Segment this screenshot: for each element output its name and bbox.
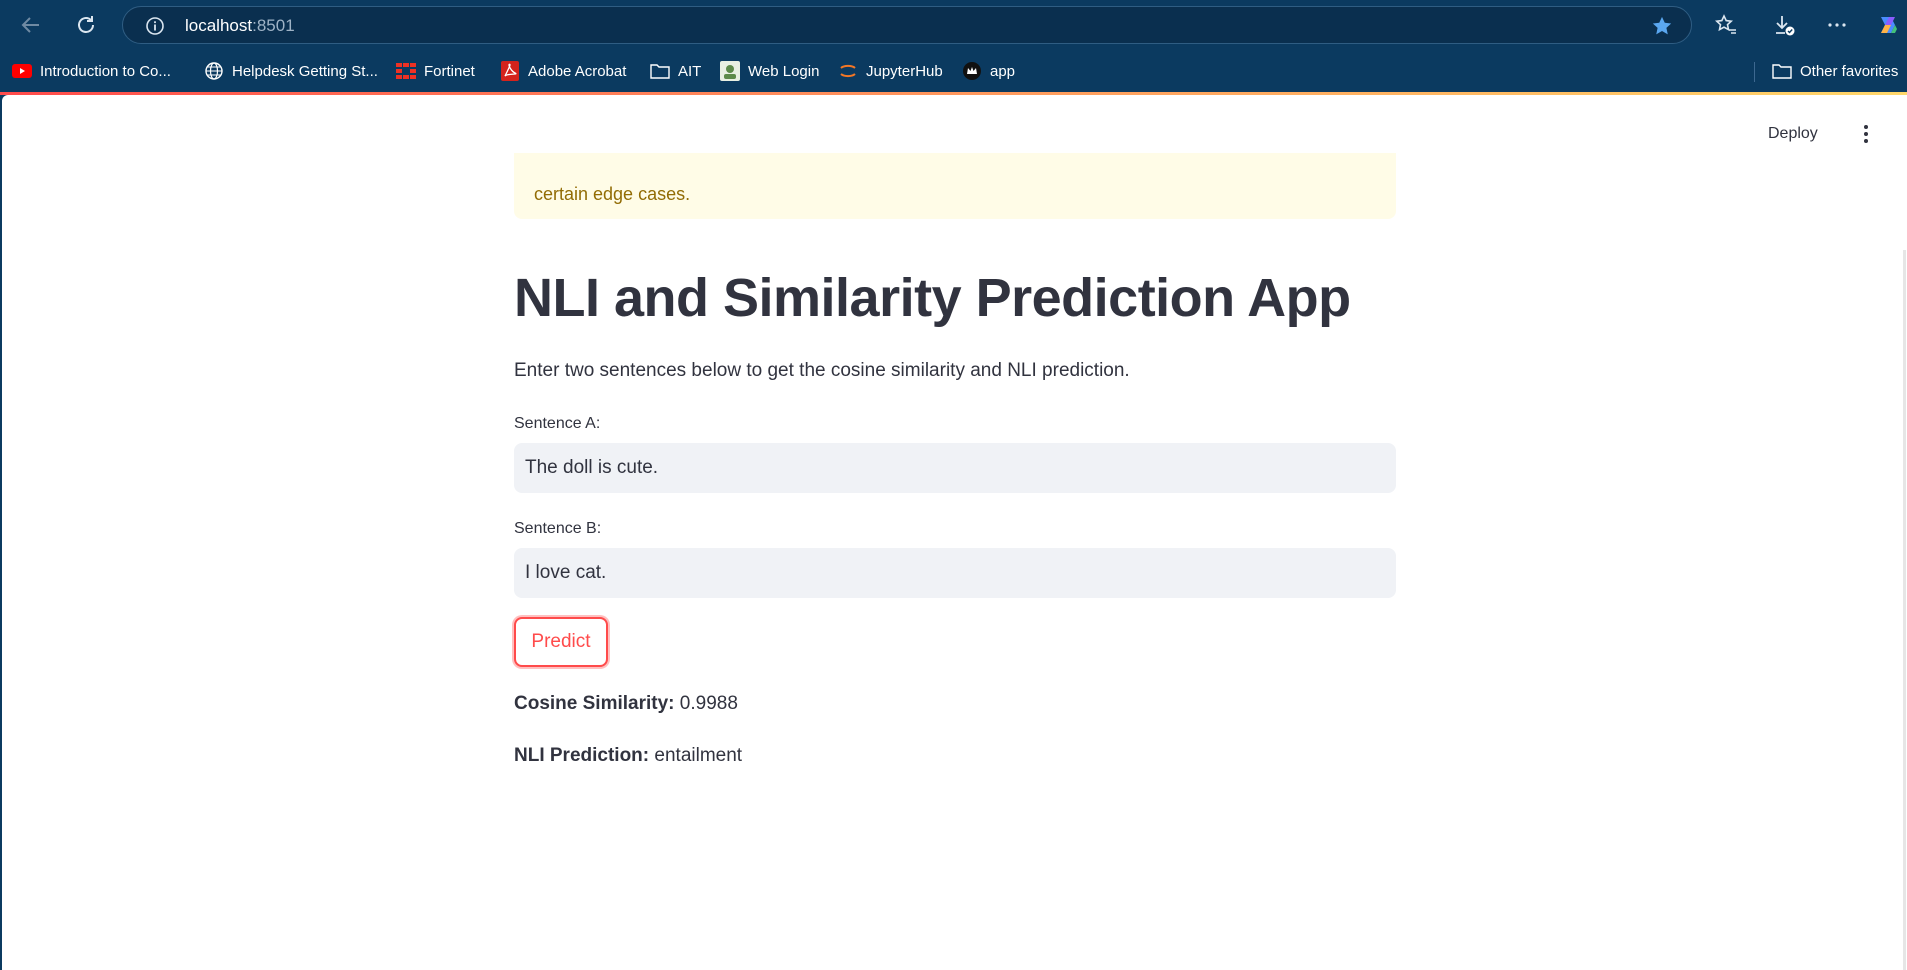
bookmark-label: Adobe Acrobat [528, 62, 627, 80]
jupyter-icon [838, 61, 858, 81]
acrobat-icon [500, 61, 520, 81]
other-favorites[interactable]: Other favorites [1772, 59, 1898, 83]
more-options-button[interactable] [1821, 10, 1853, 40]
web-login-icon [720, 61, 740, 81]
back-arrow-icon [21, 17, 39, 33]
warning-text: certain edge cases. [534, 184, 691, 204]
copilot-icon [1881, 17, 1897, 33]
bookmark-introduction[interactable]: Introduction to Co... [12, 59, 171, 83]
youtube-icon [12, 61, 32, 81]
back-button[interactable] [16, 10, 46, 40]
page-scrollbar[interactable] [1903, 250, 1906, 970]
warning-alert: certain edge cases. [514, 153, 1396, 219]
bookmark-ait[interactable]: AIT [650, 59, 701, 83]
nli-prediction-value: entailment [654, 745, 743, 766]
page-title: NLI and Similarity Prediction App [514, 268, 1351, 328]
sentence-a-input[interactable] [514, 443, 1396, 493]
app-page: Deploy certain edge cases. NLI and Simil… [2, 95, 1907, 970]
downloads-button[interactable] [1768, 10, 1800, 40]
favorites-button[interactable] [1710, 10, 1742, 40]
folder-icon [1772, 61, 1792, 81]
nli-prediction-result: NLI Prediction: entailment [514, 745, 742, 767]
bookmark-app[interactable]: app [962, 59, 1015, 83]
download-icon [1776, 16, 1795, 36]
reload-button[interactable] [71, 10, 101, 40]
ellipsis-icon [1828, 23, 1846, 27]
sentence-b-label: Sentence B: [514, 520, 602, 537]
browser-toolbar: localhost:8501 [0, 0, 1907, 50]
globe-icon [204, 61, 224, 81]
sentence-b-input[interactable] [514, 548, 1396, 598]
bookmark-label: Helpdesk Getting St... [232, 62, 378, 80]
bookmark-label: Fortinet [424, 62, 475, 80]
predict-button[interactable]: Predict [514, 617, 608, 667]
bookmark-label: Web Login [748, 62, 820, 80]
fortinet-icon [396, 61, 416, 81]
bookmark-label: AIT [678, 62, 702, 80]
bookmark-jupyterhub[interactable]: JupyterHub [838, 59, 943, 83]
bookmarks-bar: Introduction to Co... Helpdesk Getting S… [0, 50, 1907, 92]
main-menu-kebab-icon[interactable] [1854, 122, 1878, 146]
url-host: localhost [185, 16, 253, 35]
bookmark-web-login[interactable]: Web Login [720, 59, 819, 83]
bookmark-label: JupyterHub [866, 62, 943, 80]
url-port: :8501 [252, 16, 295, 35]
page-description: Enter two sentences below to get the cos… [514, 360, 1130, 381]
favorites-star-list-icon [1714, 14, 1736, 34]
url-text[interactable]: localhost:8501 [185, 16, 295, 36]
address-bar[interactable]: localhost:8501 [122, 6, 1692, 44]
cosine-similarity-label: Cosine Similarity: [514, 693, 675, 714]
bookmark-helpdesk[interactable]: Helpdesk Getting St... [204, 59, 378, 83]
bookmark-label: app [990, 62, 1016, 80]
favorite-star-icon[interactable] [1651, 15, 1673, 37]
cosine-similarity-result: Cosine Similarity: 0.9988 [514, 693, 738, 715]
site-info-icon[interactable] [145, 16, 165, 36]
nli-prediction-label: NLI Prediction: [514, 745, 650, 766]
sentence-a-label: Sentence A: [514, 415, 601, 432]
deploy-button[interactable]: Deploy [1768, 125, 1818, 143]
copilot-button[interactable] [1872, 10, 1904, 40]
bookmarks-divider [1754, 62, 1755, 82]
folder-icon [650, 61, 670, 81]
bookmark-adobe-acrobat[interactable]: Adobe Acrobat [500, 59, 626, 83]
reload-icon [78, 16, 94, 33]
app-icon [962, 61, 982, 81]
bookmark-fortinet[interactable]: Fortinet [396, 59, 475, 83]
bookmark-label: Introduction to Co... [40, 62, 171, 80]
cosine-similarity-value: 0.9988 [679, 693, 738, 714]
other-favorites-label: Other favorites [1800, 62, 1899, 80]
